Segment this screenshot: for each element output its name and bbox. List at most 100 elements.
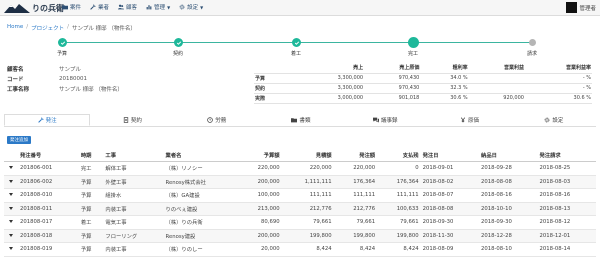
table-cell: 3,300,000 xyxy=(296,73,365,84)
order-phase: 予算 xyxy=(78,229,104,243)
order-vendor: （株）リノシー xyxy=(163,161,239,176)
wrench-icon xyxy=(37,117,44,123)
logo-text: りの兵衛 xyxy=(32,3,64,13)
column-header[interactable]: 業者名 xyxy=(163,148,239,162)
column-header[interactable]: 予算額 xyxy=(238,148,282,162)
user-name: 管理者 xyxy=(579,5,596,12)
step-completion[interactable] xyxy=(408,37,419,48)
row-label: 予算 xyxy=(254,73,296,84)
column-header[interactable]: 発注額 xyxy=(333,148,378,162)
tab-documents[interactable]: 書類 xyxy=(259,114,343,126)
order-number[interactable]: 201806-002 xyxy=(18,175,79,189)
gear-icon xyxy=(179,4,185,10)
table-row: 実際 3,000,000 901,018 30.6 % 920,000 30.6… xyxy=(254,93,592,104)
tab-settings[interactable]: 設定 xyxy=(512,114,596,126)
expand-row-toggle[interactable] xyxy=(4,202,18,216)
table-row[interactable]: 201808-018 予算 フローリング Renosy建設 200,000 19… xyxy=(4,229,596,243)
order-number[interactable]: 201808-017 xyxy=(18,215,79,230)
table-header-row: 発注番号 時期 工事 業者名 予算額 見積額 発注額 支払残 発注日 納品日 発… xyxy=(4,148,596,162)
tab-minutes[interactable]: 議事録 xyxy=(343,114,427,126)
order-number[interactable]: 201808-011 xyxy=(18,202,79,216)
info-value: 20180001 xyxy=(59,76,87,82)
table-row: 予算 3,300,000 970,430 34.0 % - % xyxy=(254,73,592,84)
users-icon xyxy=(118,4,125,10)
main-nav: 案件 業者 顧客 管理 ▼ 設定 ▼ xyxy=(62,3,203,11)
tab-cost[interactable]: 原価 xyxy=(427,114,511,126)
order-work: 電気工事 xyxy=(103,215,164,230)
tab-orders[interactable]: 発注 xyxy=(4,114,91,126)
comments-icon xyxy=(373,117,379,123)
wrench-icon xyxy=(90,4,96,10)
app-logo[interactable]: りの兵衛 xyxy=(4,2,64,14)
tab-label: 設定 xyxy=(552,118,564,124)
nav-item-projects[interactable]: 案件 xyxy=(62,3,81,11)
table-cell: 3,300,000 xyxy=(296,83,365,94)
add-order-button[interactable]: 発注追加 xyxy=(7,136,31,144)
table-row[interactable]: 201808-010 予算 組掛水 （株）GA建設 100,000 111,11… xyxy=(4,188,596,203)
step-construction-start[interactable] xyxy=(292,38,301,47)
column-header[interactable]: 支払残 xyxy=(377,148,421,162)
expand-row-toggle[interactable] xyxy=(4,229,18,243)
nav-item-management[interactable]: 管理 ▼ xyxy=(146,3,170,11)
order-number[interactable]: 201808-010 xyxy=(18,188,79,203)
caret-down-icon xyxy=(9,166,13,170)
caret-down-icon xyxy=(9,206,13,210)
tab-labor[interactable]: 労務 xyxy=(175,114,259,126)
column-header[interactable]: 納品日 xyxy=(479,148,538,162)
billing-date: 2018-08-25 xyxy=(537,161,596,176)
info-value: サンプル 様邸 （物件名） xyxy=(59,87,123,93)
table-cell: - % xyxy=(524,83,592,94)
table-row[interactable]: 201806-002 予算 外壁工事 Renosy株式会社 200,000 1,… xyxy=(4,175,596,189)
gear-icon xyxy=(544,117,550,123)
step-budget[interactable] xyxy=(58,38,67,47)
billing-date: 2018-08-13 xyxy=(537,202,596,216)
column-header[interactable]: 発注請求 xyxy=(537,148,596,162)
user-menu[interactable]: 管理者 xyxy=(566,2,596,13)
order-amount: 176,364 xyxy=(333,175,378,189)
order-budget: 200,000 xyxy=(238,229,282,243)
expand-row-toggle[interactable] xyxy=(4,161,18,176)
expand-row-toggle[interactable] xyxy=(4,175,18,189)
chevron-down-icon: ▼ xyxy=(200,4,204,10)
delivery-date: 2018-12-28 xyxy=(479,229,538,243)
breadcrumb-projects[interactable]: プロジェクト xyxy=(31,24,64,32)
nav-item-settings[interactable]: 設定 ▼ xyxy=(179,3,203,11)
project-tabs: 発注 契約 労務 書類 議事録 原価 設定 xyxy=(4,114,596,127)
expand-row-toggle[interactable] xyxy=(4,188,18,203)
column-header[interactable]: 発注番号 xyxy=(18,148,79,162)
table-row: 契約 3,300,000 970,430 32.3 % - % xyxy=(254,83,592,94)
info-row: 顧客名 サンプル xyxy=(7,64,123,74)
nav-item-customers[interactable]: 顧客 xyxy=(118,3,137,11)
column-header: 営業利益 xyxy=(468,63,525,74)
order-number[interactable]: 201806-001 xyxy=(18,161,79,176)
step-billing[interactable] xyxy=(529,39,536,46)
order-amount: 212,776 xyxy=(333,202,378,216)
info-key: コード xyxy=(7,77,24,83)
order-amount: 220,000 xyxy=(333,161,378,176)
nav-label: 業者 xyxy=(98,5,110,11)
table-cell: - % xyxy=(524,73,592,84)
folder-icon xyxy=(62,5,68,10)
step-label: 請求 xyxy=(526,51,538,57)
order-unpaid: 79,661 xyxy=(377,215,421,230)
column-header[interactable]: 見積額 xyxy=(281,148,334,162)
table-row[interactable]: 201808-011 予算 内装工事 りのべぇ建設 213,000 212,77… xyxy=(4,202,596,216)
table-row[interactable]: 201808-017 着工 電気工事 （株）りの兵衛 80,690 79,661… xyxy=(4,215,596,230)
step-contract[interactable] xyxy=(174,38,183,47)
order-unpaid: 176,364 xyxy=(377,175,421,189)
tab-label: 契約 xyxy=(130,118,142,124)
nav-item-vendors[interactable]: 業者 xyxy=(90,3,109,11)
breadcrumb-current: サンプル 様邸 （物件名） xyxy=(71,26,136,32)
yen-icon xyxy=(460,117,466,123)
tab-contract[interactable]: 契約 xyxy=(90,114,174,126)
column-header[interactable]: 時期 xyxy=(78,148,104,162)
order-number[interactable]: 201808-018 xyxy=(18,229,79,243)
column-header[interactable]: 工事 xyxy=(103,148,164,162)
expand-row-toggle[interactable] xyxy=(4,215,18,230)
bar-chart-icon xyxy=(146,5,152,10)
caret-down-icon xyxy=(9,179,13,183)
folder-icon xyxy=(291,118,298,123)
column-header[interactable]: 発注日 xyxy=(420,148,480,162)
table-row[interactable]: 201806-001 完工 解体工事 （株）リノシー 220,000 220,0… xyxy=(4,161,596,176)
breadcrumb-home[interactable]: Home xyxy=(7,24,23,32)
